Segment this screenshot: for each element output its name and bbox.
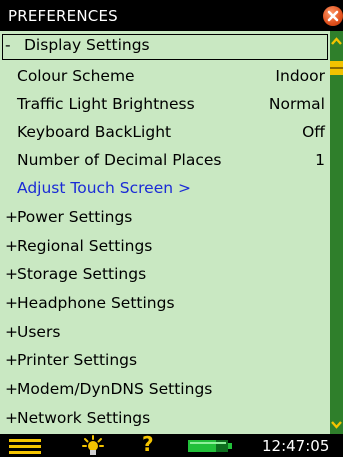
status-bar: ? 12:47:05 — [0, 432, 343, 457]
bulb-icon[interactable] — [82, 435, 104, 457]
setting-keyboard-backlight[interactable]: Keyboard BackLight Off — [0, 118, 330, 147]
setting-value: Off — [302, 123, 325, 141]
setting-label: Colour Scheme — [17, 67, 135, 85]
setting-label: Keyboard BackLight — [17, 123, 172, 141]
group-label: Power Settings — [17, 208, 133, 226]
clock: 12:47:05 — [262, 437, 330, 455]
group-label: Network Settings — [17, 409, 151, 427]
group-label: Printer Settings — [17, 351, 138, 369]
group-label: Users — [17, 323, 61, 341]
vertical-scrollbar[interactable] — [330, 31, 343, 434]
collapse-marker: - — [5, 36, 11, 54]
section-display-settings[interactable]: - Display Settings — [0, 31, 330, 60]
setting-value: Indoor — [275, 67, 325, 85]
link-label: Adjust Touch Screen > — [17, 179, 191, 197]
group-label: Storage Settings — [17, 265, 147, 283]
chevron-down-icon[interactable] — [330, 419, 343, 431]
adjust-touch-screen-link[interactable]: Adjust Touch Screen > — [0, 174, 330, 203]
setting-value: 1 — [315, 151, 325, 169]
preferences-screen: PREFERENCES - Display Settings Colour Sc… — [0, 0, 343, 457]
group-headphone-settings[interactable]: + Headphone Settings — [0, 289, 330, 318]
help-icon[interactable]: ? — [142, 432, 154, 456]
chevron-up-icon[interactable] — [330, 35, 343, 47]
setting-colour-scheme[interactable]: Colour Scheme Indoor — [0, 62, 330, 91]
group-storage-settings[interactable]: + Storage Settings — [0, 260, 330, 289]
group-users[interactable]: + Users — [0, 318, 330, 347]
setting-traffic-light-brightness[interactable]: Traffic Light Brightness Normal — [0, 90, 330, 119]
window-title: PREFERENCES — [8, 7, 118, 25]
group-label: Regional Settings — [17, 237, 153, 255]
group-regional-settings[interactable]: + Regional Settings — [0, 232, 330, 261]
group-printer-settings[interactable]: + Printer Settings — [0, 346, 330, 375]
section-label: Display Settings — [24, 36, 150, 54]
group-label: Headphone Settings — [17, 294, 175, 312]
group-network-settings[interactable]: + Network Settings — [0, 404, 330, 433]
group-label: Modem/DynDNS Settings — [17, 380, 213, 398]
group-modem-dyndns-settings[interactable]: + Modem/DynDNS Settings — [0, 375, 330, 404]
settings-list: - Display Settings Colour Scheme Indoor … — [0, 31, 330, 434]
title-bar: PREFERENCES — [0, 0, 343, 31]
group-power-settings[interactable]: + Power Settings — [0, 203, 330, 232]
setting-value: Normal — [268, 95, 325, 113]
battery-icon — [188, 440, 232, 452]
menu-icon[interactable] — [9, 438, 41, 454]
close-icon[interactable] — [323, 6, 343, 26]
scrollbar-thumb[interactable] — [330, 61, 343, 75]
setting-label: Traffic Light Brightness — [17, 95, 195, 113]
setting-label: Number of Decimal Places — [17, 151, 222, 169]
setting-decimal-places[interactable]: Number of Decimal Places 1 — [0, 146, 330, 175]
